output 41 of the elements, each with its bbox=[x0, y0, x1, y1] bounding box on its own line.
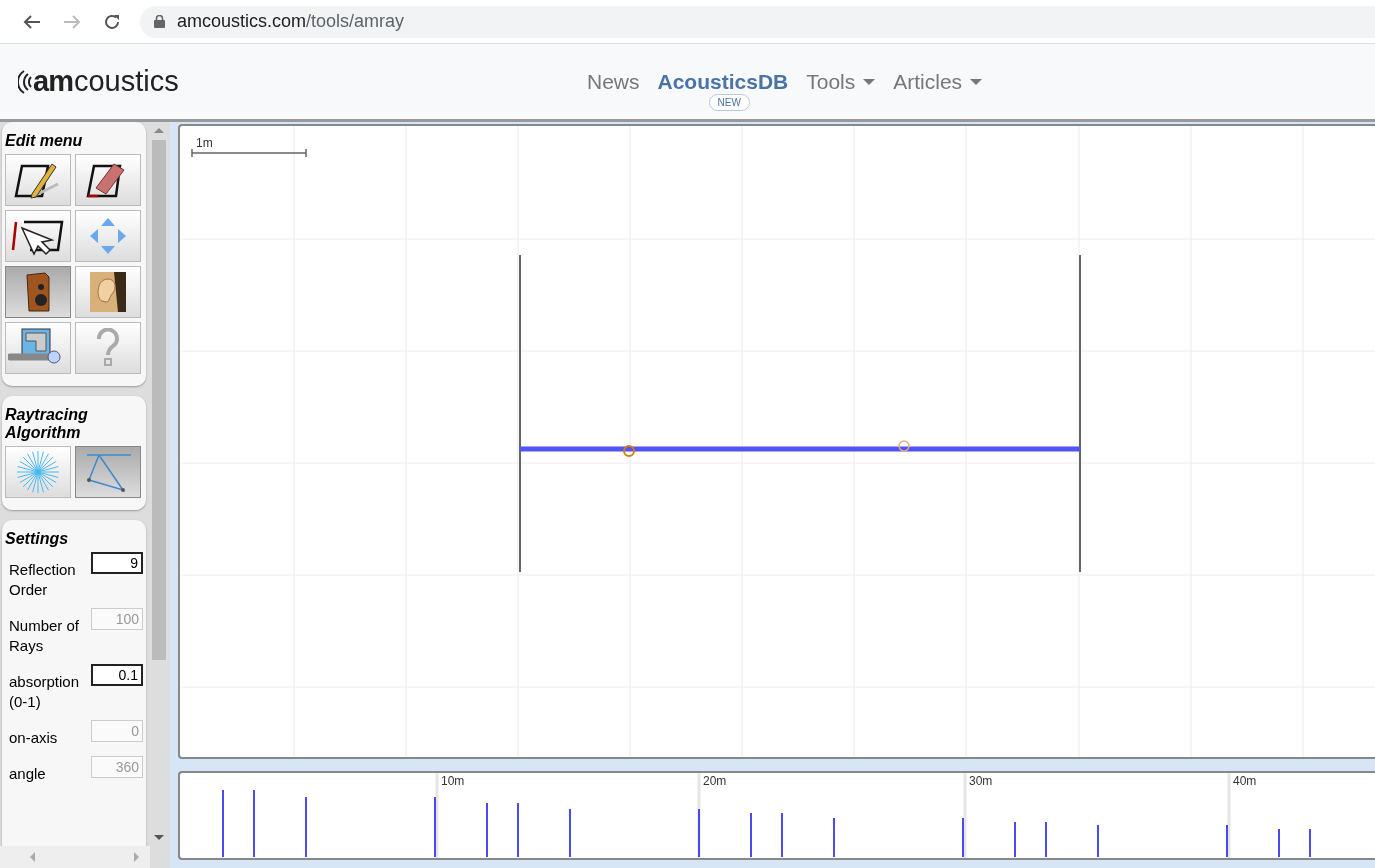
panel-title: Settings bbox=[5, 530, 70, 548]
scale-label: 1m bbox=[196, 136, 213, 150]
tool-button[interactable] bbox=[75, 266, 141, 318]
reload-icon[interactable] bbox=[103, 12, 121, 31]
distance-tick-label: 10m bbox=[441, 773, 465, 788]
receiver-marker[interactable] bbox=[898, 440, 910, 452]
panel-title: Raytracing Algorithm bbox=[5, 406, 89, 442]
ray-burst-icon bbox=[15, 449, 61, 495]
algorithm-button[interactable] bbox=[75, 446, 141, 498]
source-marker[interactable] bbox=[623, 445, 635, 457]
setting-label: Reflection Order bbox=[9, 560, 77, 600]
distance-tick-label: 40m bbox=[1233, 773, 1257, 788]
setting-label: absorption (0-1) bbox=[9, 672, 81, 712]
setting-label: Number of Rays bbox=[9, 616, 81, 656]
lock-icon bbox=[154, 15, 165, 28]
setting-label: angle bbox=[9, 764, 47, 784]
scrollbar[interactable] bbox=[0, 846, 150, 868]
caret-icon bbox=[863, 79, 876, 85]
logo[interactable]: amcoustics bbox=[18, 65, 179, 98]
tool-button[interactable] bbox=[75, 154, 141, 206]
panel-title: Edit menu bbox=[5, 132, 84, 150]
distance-tick-label: 30m bbox=[969, 773, 993, 788]
question-mark-icon bbox=[95, 328, 121, 368]
sound-wave-icon bbox=[18, 68, 32, 95]
speaker-icon bbox=[23, 271, 53, 313]
nav-link[interactable]: Articles bbox=[884, 70, 992, 94]
distance-tick-label: 20m bbox=[703, 773, 727, 788]
ear-icon bbox=[88, 271, 128, 313]
address-bar[interactable]: amcoustics.com/tools/amray bbox=[140, 5, 1375, 38]
caret-icon bbox=[970, 79, 983, 85]
setting-input[interactable]: 0.1 bbox=[91, 664, 143, 686]
setting-input[interactable]: 9 bbox=[91, 552, 143, 574]
setting-label: on-axis bbox=[9, 728, 59, 748]
nav-link[interactable]: News bbox=[578, 70, 649, 94]
tool-button[interactable] bbox=[5, 266, 71, 318]
tool-button[interactable] bbox=[5, 210, 71, 262]
tool-button[interactable] bbox=[5, 154, 71, 206]
nav-link[interactable]: AcousticsDB bbox=[648, 70, 798, 94]
nav-link[interactable]: Tools bbox=[797, 70, 885, 94]
new-badge: NEW bbox=[708, 94, 750, 111]
back-icon[interactable] bbox=[23, 13, 41, 30]
